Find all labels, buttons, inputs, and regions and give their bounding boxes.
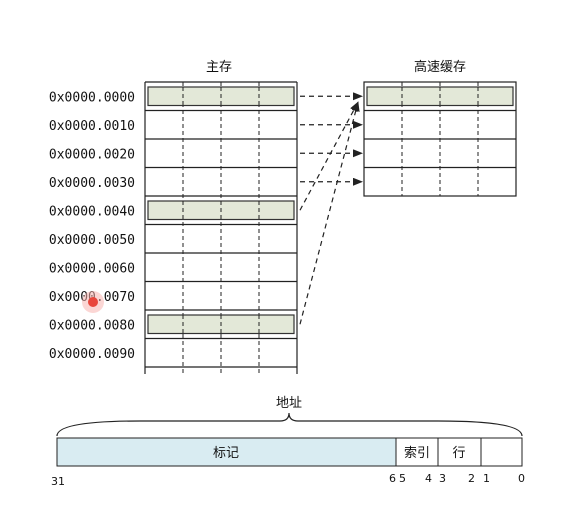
bit-label-6: 6 [389, 472, 396, 485]
bit-label-31: 31 [51, 475, 65, 488]
index-field-label: 索引 [404, 446, 430, 461]
cache-table [363, 81, 517, 197]
bit-label-0: 0 [518, 472, 525, 485]
cache-title: 高速缓存 [414, 59, 466, 75]
main-memory-address-label: 0x0000.0090 [49, 347, 135, 362]
main-memory-address-label: 0x0000.0040 [49, 204, 135, 219]
bit-label-4: 4 [425, 472, 432, 485]
main-memory-address-label: 0x0000.0020 [49, 147, 135, 162]
address-brace [56, 412, 523, 437]
mapping-arrow [299, 101, 359, 211]
bit-label-2: 2 [468, 472, 475, 485]
tag-field-label: 标记 [213, 446, 239, 461]
mapping-arrows [299, 92, 363, 325]
bit-label-1: 1 [483, 472, 490, 485]
main-memory-address-label: 0x0000.0030 [49, 176, 135, 191]
main-memory-address-label: 0x0000.0050 [49, 233, 135, 248]
mapping-arrow [299, 101, 360, 325]
offset-field [480, 437, 523, 467]
main-memory-address-label: 0x0000.0080 [49, 318, 135, 333]
bit-label-5: 5 [399, 472, 406, 485]
main-memory-address-label: 0x0000.0060 [49, 261, 135, 276]
line-field-label: 行 [452, 446, 465, 461]
main-memory-address-label: 0x0000.0010 [49, 119, 135, 134]
cursor-dot [88, 297, 98, 307]
cache-mapping-diagram: 主存 0x0000.00000x0000.00100x0000.00200x00… [49, 59, 525, 488]
main-memory-table: 0x0000.0000 0x0000.0010 0x0000.0020 0x0000.… [49, 81, 298, 374]
main-memory-address-label: 0x0000.0000 [49, 90, 135, 105]
main-memory-title: 主存 [206, 60, 232, 75]
bit-label-3: 3 [439, 472, 446, 485]
address-title: 地址 [276, 396, 302, 411]
